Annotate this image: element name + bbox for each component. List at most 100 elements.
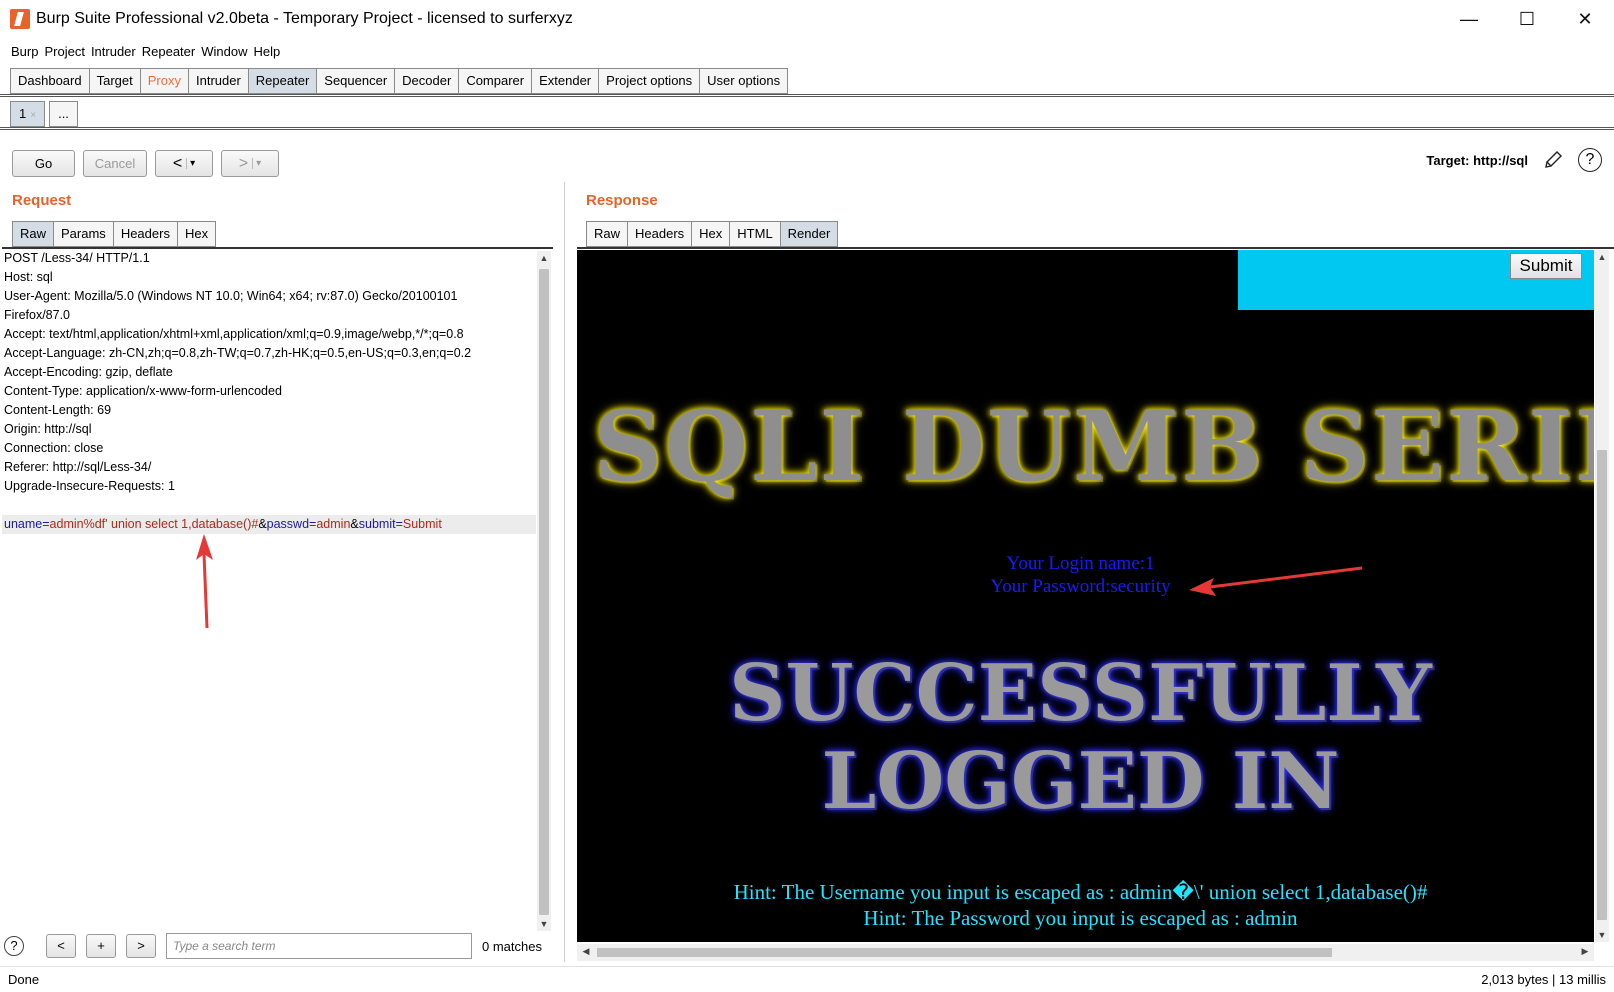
close-tab-icon[interactable]: × xyxy=(30,110,36,121)
response-tab-headers[interactable]: Headers xyxy=(627,221,692,247)
tab-sequencer[interactable]: Sequencer xyxy=(316,68,395,94)
menu-window[interactable]: Window xyxy=(198,44,250,59)
maximize-button[interactable]: ☐ xyxy=(1498,0,1556,38)
equals-sign: = xyxy=(42,517,50,531)
menu-bar: Burp Project Intruder Repeater Window He… xyxy=(0,38,1614,64)
tab-dashboard[interactable]: Dashboard xyxy=(10,68,89,94)
minimize-button[interactable]: — xyxy=(1440,0,1498,38)
tab-extender[interactable]: Extender xyxy=(531,68,599,94)
request-tab-hex[interactable]: Hex xyxy=(176,221,217,247)
request-tab-params[interactable]: Params xyxy=(53,221,113,247)
response-hscroll-thumb[interactable] xyxy=(597,948,1332,957)
tab-target[interactable]: Target xyxy=(88,68,140,94)
menu-help[interactable]: Help xyxy=(250,44,283,59)
response-view-tabs: Raw Headers Hex HTML Render xyxy=(586,221,839,247)
search-next-button[interactable]: > xyxy=(126,934,156,958)
caret-down-icon: ▾ xyxy=(252,158,261,169)
search-prev-button[interactable]: < xyxy=(46,934,76,958)
param-value: Submit xyxy=(402,517,442,531)
forward-button[interactable]: > ▾ xyxy=(221,150,279,177)
request-scrollbar[interactable]: ▲ ▼ xyxy=(537,251,551,931)
help-icon[interactable]: ? xyxy=(1578,148,1602,172)
request-line: Referer: http://sql/Less-34/ xyxy=(4,460,152,474)
search-input[interactable] xyxy=(166,933,472,959)
submit-button[interactable]: Submit xyxy=(1510,253,1582,279)
response-hscrollbar[interactable]: ◀ ▶ xyxy=(577,944,1594,961)
equals-sign: = xyxy=(395,517,403,531)
login-form-box: Submit xyxy=(1238,250,1594,310)
window-title: Burp Suite Professional v2.0beta - Tempo… xyxy=(36,10,573,27)
success-banner: SUCCESSFULLY LOGGED IN xyxy=(577,650,1594,826)
scroll-right-icon[interactable]: ▶ xyxy=(1578,946,1592,957)
menu-project[interactable]: Project xyxy=(41,44,87,59)
repeater-tab-1[interactable]: 1 × xyxy=(10,101,46,127)
status-text: Done xyxy=(8,972,40,987)
search-add-button[interactable]: + xyxy=(86,934,116,958)
tab-comparer[interactable]: Comparer xyxy=(458,68,532,94)
hint-password: Hint: The Password you input is escaped … xyxy=(863,906,1298,930)
request-view-tabs: Raw Params Headers Hex xyxy=(12,221,217,247)
request-body-line: uname=admin%df' union select 1,database(… xyxy=(2,515,536,534)
param-value: admin xyxy=(316,517,351,531)
burp-logo-icon xyxy=(10,9,30,29)
split-pane-divider[interactable] xyxy=(564,182,568,962)
response-tab-html[interactable]: HTML xyxy=(729,221,780,247)
hints: Hint: The Username you input is escaped … xyxy=(577,879,1594,931)
request-title: Request xyxy=(12,192,72,209)
request-line: Accept: text/html,application/xhtml+xml,… xyxy=(4,327,464,341)
scroll-left-icon[interactable]: ◀ xyxy=(579,946,593,957)
request-editor[interactable]: POST /Less-34/ HTTP/1.1 Host: sql User-A… xyxy=(2,249,536,929)
response-tab-render[interactable]: Render xyxy=(779,221,839,247)
target-label: Target: http://sql xyxy=(1426,152,1528,168)
request-line xyxy=(2,496,536,515)
pencil-icon[interactable] xyxy=(1542,149,1564,171)
request-tab-raw[interactable]: Raw xyxy=(12,221,54,247)
status-bar: Done 2,013 bytes | 13 millis xyxy=(0,966,1614,992)
cancel-button[interactable]: Cancel xyxy=(83,150,147,177)
request-line: Accept-Encoding: gzip, deflate xyxy=(4,365,173,379)
go-button[interactable]: Go xyxy=(12,150,75,177)
param-name: uname xyxy=(4,517,43,531)
match-count: 0 matches xyxy=(482,938,542,954)
scroll-down-icon[interactable]: ▼ xyxy=(1595,930,1609,940)
tab-project-options[interactable]: Project options xyxy=(598,68,700,94)
repeater-toolbar: Go Cancel < ▾ > ▾ xyxy=(12,150,279,177)
tab-decoder[interactable]: Decoder xyxy=(394,68,459,94)
tab-repeater[interactable]: Repeater xyxy=(247,68,317,94)
request-scroll-thumb[interactable] xyxy=(539,269,549,915)
menu-burp[interactable]: Burp xyxy=(8,44,41,59)
response-tab-raw[interactable]: Raw xyxy=(586,221,628,247)
login-name-text: Your Login name:1 xyxy=(1006,553,1155,574)
back-button[interactable]: < ▾ xyxy=(155,150,213,177)
tab-user-options[interactable]: User options xyxy=(699,68,789,94)
sqli-banner: SQLI DUMB SERIES xyxy=(593,390,1594,503)
tab-proxy[interactable]: Proxy xyxy=(139,68,188,94)
scroll-up-icon[interactable]: ▲ xyxy=(537,253,551,263)
search-help-icon[interactable]: ? xyxy=(4,936,24,956)
scroll-up-icon[interactable]: ▲ xyxy=(1595,252,1609,262)
tab-intruder[interactable]: Intruder xyxy=(187,68,248,94)
response-scroll-thumb[interactable] xyxy=(1597,450,1607,920)
login-result: Your Login name:1 Your Password:security xyxy=(577,552,1594,598)
repeater-tab-1-label: 1 xyxy=(19,106,27,121)
menu-intruder[interactable]: Intruder xyxy=(88,44,139,59)
scroll-down-icon[interactable]: ▼ xyxy=(537,919,551,929)
response-tab-hex[interactable]: Hex xyxy=(691,221,730,247)
response-scrollbar[interactable]: ▲ ▼ xyxy=(1595,250,1609,942)
response-rule xyxy=(577,247,1614,249)
close-button[interactable]: ✕ xyxy=(1556,0,1614,38)
new-tab-button[interactable]: ... xyxy=(49,101,78,127)
request-line: Content-Length: 69 xyxy=(4,403,112,417)
request-line: Host: sql xyxy=(4,270,53,284)
ampersand: & xyxy=(350,517,359,531)
request-line: Upgrade-Insecure-Requests: 1 xyxy=(4,479,175,493)
menu-repeater[interactable]: Repeater xyxy=(139,44,198,59)
request-line: Origin: http://sql xyxy=(4,422,92,436)
request-line: Firefox/87.0 xyxy=(4,308,71,322)
repeater-tab-bar: 1 × ... xyxy=(10,101,82,127)
caret-down-icon: ▾ xyxy=(186,158,195,169)
request-line: Content-Type: application/x-www-form-url… xyxy=(4,384,282,398)
request-tab-headers[interactable]: Headers xyxy=(112,221,177,247)
search-bar: ? < + > 0 matches xyxy=(4,933,542,959)
success-line-1: SUCCESSFULLY xyxy=(729,648,1432,739)
